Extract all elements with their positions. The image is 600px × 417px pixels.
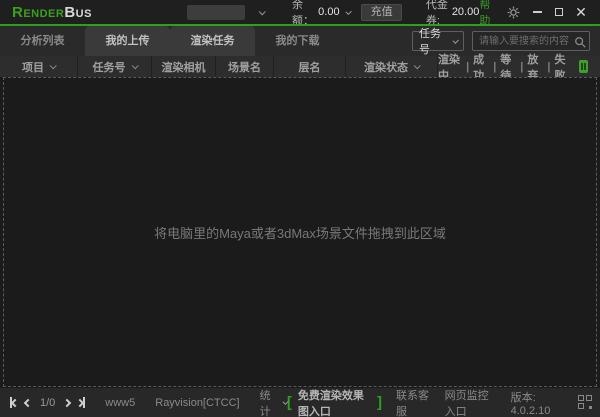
filter-divider: | bbox=[493, 60, 497, 73]
column-task-id[interactable]: 任务号 bbox=[78, 56, 152, 77]
logo-render: Render bbox=[12, 3, 65, 21]
last-page-button[interactable] bbox=[76, 397, 86, 409]
previous-page-button[interactable] bbox=[23, 397, 33, 409]
version-info: 版本: 4.0.2.10 bbox=[511, 389, 564, 417]
maximize-button[interactable] bbox=[548, 2, 570, 22]
pagination: 1/0 bbox=[10, 396, 86, 409]
minimize-button[interactable] bbox=[526, 2, 548, 22]
column-scene-name-label: 场景名 bbox=[228, 61, 261, 74]
search-field-dropdown[interactable]: 任务号 bbox=[412, 28, 464, 56]
drop-zone-hint: 将电脑里的Maya或者3dMax场景文件拖拽到此区域 bbox=[154, 225, 446, 241]
search-area: 任务号 bbox=[412, 28, 600, 56]
status-bar: 1/0 www5 Rayvision[CTCC] 统计 [ 免费渲染效果图入口 … bbox=[0, 388, 600, 417]
status-bar-right: [ 免费渲染效果图入口 ] 联系客服 网页监控入口 版本: 4.0.2.10 bbox=[287, 387, 593, 417]
column-layer-name: 层名 bbox=[274, 56, 346, 77]
column-render-camera-label: 渲染相机 bbox=[161, 61, 206, 74]
chevron-down-icon bbox=[131, 62, 139, 70]
qr-code-icon[interactable] bbox=[578, 395, 593, 410]
renderbus-window: RenderBus 余额： 0.00 充值 代金券: 20.00 帮助 ✕ 分析… bbox=[0, 0, 600, 417]
window-controls: ✕ bbox=[526, 2, 592, 22]
chevron-down-icon bbox=[345, 8, 352, 15]
chart-view-icon[interactable] bbox=[578, 60, 588, 73]
column-project[interactable]: 项目 bbox=[0, 56, 78, 77]
search-input[interactable] bbox=[472, 31, 590, 52]
app-logo: RenderBus bbox=[12, 4, 92, 21]
account-dropdown[interactable] bbox=[186, 4, 266, 20]
recharge-button[interactable]: 充值 bbox=[361, 3, 402, 21]
title-bar: RenderBus 余额： 0.00 充值 代金券: 20.00 帮助 ✕ bbox=[0, 0, 600, 27]
voucher-value: 20.00 bbox=[451, 6, 480, 18]
page-indicator: 1/0 bbox=[40, 396, 56, 409]
column-scene-name: 场景名 bbox=[216, 56, 274, 77]
free-render-entry-link[interactable]: [ 免费渲染效果图入口 ] bbox=[287, 387, 382, 417]
web-monitor-link[interactable]: 网页监控入口 bbox=[445, 387, 497, 417]
table-header: 项目 任务号 渲染相机 场景名 层名 渲染状态 渲染中 | 成功 | 等待 | … bbox=[0, 54, 600, 82]
filter-divider: | bbox=[466, 60, 470, 73]
search-icon[interactable] bbox=[574, 35, 586, 53]
balance-value: 0.00 bbox=[318, 6, 340, 18]
tab-render-tasks[interactable]: 渲染任务 bbox=[170, 26, 255, 56]
chevron-down-icon bbox=[452, 36, 459, 44]
maximize-icon bbox=[555, 8, 563, 16]
filter-divider: | bbox=[547, 60, 551, 73]
minimize-icon bbox=[532, 11, 542, 13]
logo-bus: Bus bbox=[64, 3, 92, 21]
account-name-redacted bbox=[186, 4, 245, 20]
tab-analysis-list[interactable]: 分析列表 bbox=[0, 26, 85, 56]
close-icon: ✕ bbox=[575, 4, 587, 20]
chevron-down-icon bbox=[49, 62, 57, 70]
column-render-camera: 渲染相机 bbox=[152, 56, 216, 77]
close-button[interactable]: ✕ bbox=[570, 2, 592, 22]
chevron-down-icon bbox=[258, 7, 266, 15]
next-page-button[interactable] bbox=[63, 397, 72, 409]
stats-dropdown[interactable]: 统计 bbox=[259, 387, 289, 417]
file-drop-zone[interactable]: 将电脑里的Maya或者3dMax场景文件拖拽到此区域 bbox=[3, 77, 597, 387]
version-value: 4.0.2.10 bbox=[510, 404, 551, 417]
tab-my-downloads[interactable]: 我的下载 bbox=[255, 26, 340, 56]
first-page-button[interactable] bbox=[10, 397, 20, 409]
settings-gear-icon[interactable] bbox=[507, 6, 520, 19]
chevron-down-icon bbox=[413, 62, 421, 70]
tab-my-uploads[interactable]: 我的上传 bbox=[85, 26, 170, 56]
bracket-right: ] bbox=[377, 394, 383, 411]
contact-support-link[interactable]: 联系客服 bbox=[396, 387, 431, 417]
stats-label: 统计 bbox=[259, 389, 271, 417]
column-render-status[interactable]: 渲染状态 bbox=[346, 56, 438, 77]
column-task-id-label: 任务号 bbox=[92, 61, 126, 74]
column-project-label: 项目 bbox=[22, 61, 44, 74]
free-render-label: 免费渲染效果图入口 bbox=[297, 389, 364, 417]
cluster-name[interactable]: Rayvision[CTCC] bbox=[155, 397, 239, 409]
server-name[interactable]: www5 bbox=[105, 397, 135, 409]
tab-list: 分析列表 我的上传 渲染任务 我的下载 bbox=[0, 26, 340, 56]
column-layer-name-label: 层名 bbox=[298, 61, 321, 74]
filter-divider: | bbox=[520, 60, 524, 73]
search-box bbox=[472, 31, 590, 52]
column-render-status-label: 渲染状态 bbox=[364, 61, 408, 74]
version-label: 版本: bbox=[510, 391, 536, 404]
